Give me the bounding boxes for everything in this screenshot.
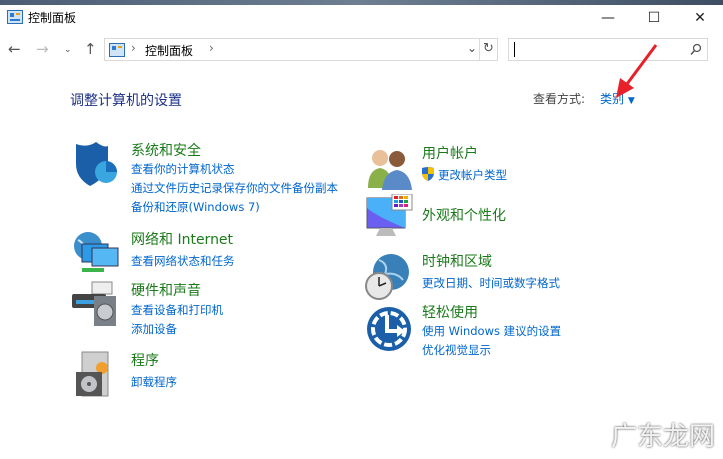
link-backup-restore[interactable]: 备份和还原(Windows 7) [131,199,260,215]
refresh-icon[interactable]: ↻ [483,41,494,56]
link-add-device[interactable]: 添加设备 [131,321,177,337]
back-button[interactable]: ← [8,40,21,58]
programs-box-icon [76,351,109,397]
ease-of-access-icon [367,307,411,351]
forward-button[interactable]: → [36,40,49,58]
category-hardware-sound[interactable]: 硬件和声音 [131,280,201,300]
recent-locations-dropdown[interactable]: ⌄ [64,45,72,55]
shield-security-icon [76,142,117,186]
link-view-computer-status[interactable]: 查看你的计算机状态 [131,161,235,177]
link-network-status[interactable]: 查看网络状态和任务 [131,253,235,269]
window-title: 控制面板 [28,11,77,25]
close-button[interactable]: ✕ [677,6,723,30]
divider [479,39,480,60]
view-by-label: 查看方式: [533,92,586,106]
page-heading: 调整计算机的设置 [70,93,182,109]
control-panel-icon [109,43,125,57]
breadcrumb-control-panel[interactable]: 控制面板 [145,42,193,59]
address-bar[interactable]: › 控制面板 › ⌄ ↻ [104,38,498,61]
clock-globe-icon [365,254,409,300]
watermark: 广东龙网 [610,422,715,452]
control-panel-icon [7,10,23,24]
search-icon[interactable] [690,43,702,56]
category-network-internet[interactable]: 网络和 Internet [131,229,233,249]
uac-shield-icon [422,167,434,181]
link-uninstall-program[interactable]: 卸载程序 [131,374,177,390]
network-globe-icon [74,232,119,272]
category-clock-region[interactable]: 时钟和区域 [422,251,492,271]
background-taskbar-strip [0,0,723,5]
category-programs[interactable]: 程序 [131,350,159,370]
link-file-history[interactable]: 通过文件历史记录保存你的文件备份副本 [131,180,338,196]
link-change-account-type[interactable]: 更改帐户类型 [438,167,507,183]
category-ease-of-access[interactable]: 轻松使用 [422,302,478,322]
category-appearance[interactable]: 外观和个性化 [422,205,506,225]
red-annotation-arrow [616,44,658,98]
category-user-accounts[interactable]: 用户帐户 [422,143,478,163]
link-optimize-visual-display[interactable]: 优化视觉显示 [422,342,491,358]
category-system-security[interactable]: 系统和安全 [131,140,201,160]
appearance-monitor-icon [366,194,413,236]
up-button[interactable]: ↑ [84,40,97,58]
user-accounts-icon [368,150,412,190]
printer-speaker-icon [72,281,116,326]
breadcrumb-chevron-icon[interactable]: › [209,41,214,55]
text-cursor [514,42,515,57]
breadcrumb-separator-icon: › [131,41,136,55]
link-recommended-settings[interactable]: 使用 Windows 建议的设置 [422,323,561,339]
search-input[interactable] [508,38,708,61]
maximize-button[interactable]: ☐ [631,6,677,30]
link-devices-printers[interactable]: 查看设备和打印机 [131,302,223,318]
minimize-button[interactable]: — [585,6,631,30]
address-dropdown-icon[interactable]: ⌄ [467,41,477,55]
link-change-date-time[interactable]: 更改日期、时间或数字格式 [422,275,560,291]
